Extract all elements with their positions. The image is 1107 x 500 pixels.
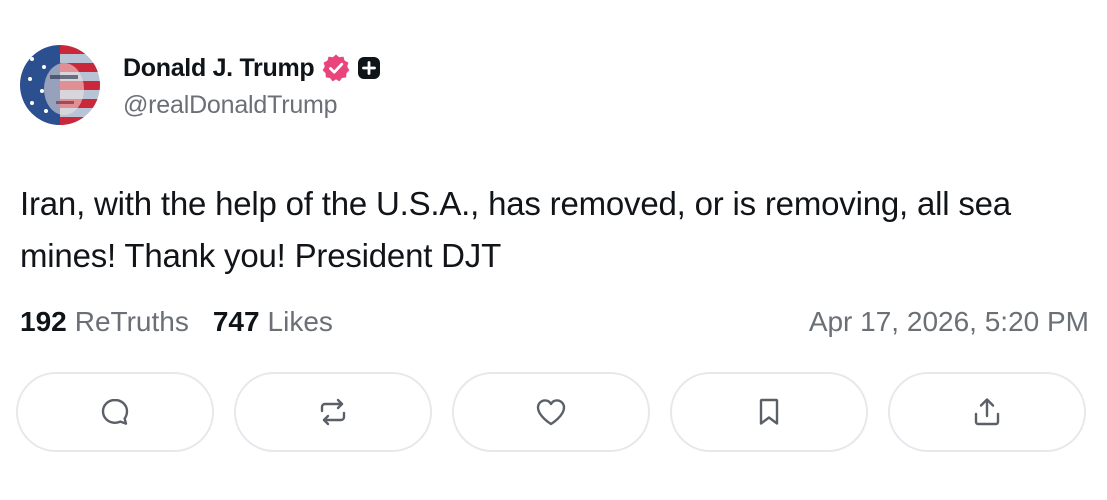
post-timestamp[interactable]: Apr 17, 2026, 5:20 PM <box>809 306 1089 338</box>
action-bar <box>16 372 1086 452</box>
post-header: Donald J. Trump @realDonaldTrump <box>20 45 381 127</box>
avatar[interactable] <box>20 45 100 125</box>
author-handle[interactable]: @realDonaldTrump <box>123 91 381 120</box>
retruths-stat[interactable]: 192 ReTruths <box>20 306 189 338</box>
likes-count: 747 <box>212 306 260 337</box>
likes-label: Likes <box>267 306 333 337</box>
bookmark-icon <box>759 398 779 425</box>
bookmark-button[interactable] <box>670 372 868 452</box>
verified-badge-icon <box>321 53 351 83</box>
comment-icon <box>101 398 129 425</box>
share-button[interactable] <box>888 372 1086 452</box>
repost-icon <box>320 398 346 426</box>
display-name[interactable]: Donald J. Trump <box>123 54 315 83</box>
likes-stat[interactable]: 747 Likes <box>213 306 333 338</box>
retruths-label: ReTruths <box>74 306 189 337</box>
avatar-image <box>20 45 100 125</box>
like-button[interactable] <box>452 372 650 452</box>
reply-button[interactable] <box>16 372 214 452</box>
heart-icon <box>536 399 566 426</box>
post-text: Iran, with the help of the U.S.A., has r… <box>20 185 1011 274</box>
name-row: Donald J. Trump <box>123 51 381 85</box>
plus-badge-icon <box>357 56 381 80</box>
post-stats: 192 ReTruths 747 Likes Apr 17, 2026, 5:2… <box>20 302 1089 342</box>
share-icon <box>974 398 1000 426</box>
truth-post: Donald J. Trump @realDonaldTrump Iran, w… <box>0 0 1107 500</box>
author-names: Donald J. Trump @realDonaldTrump <box>123 45 381 120</box>
retruth-button[interactable] <box>234 372 432 452</box>
retruths-count: 192 <box>20 306 67 337</box>
